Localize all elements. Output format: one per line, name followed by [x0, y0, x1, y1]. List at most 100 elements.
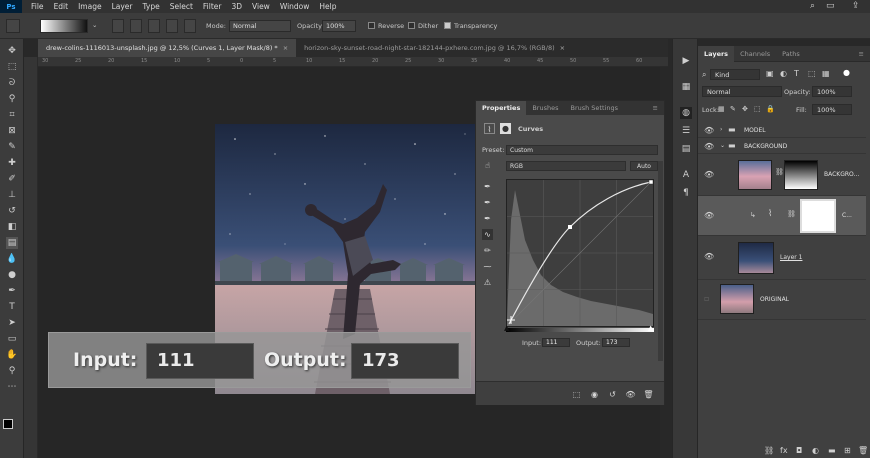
close-icon[interactable]: ×: [283, 44, 288, 52]
pencil-icon[interactable]: ✏: [482, 245, 493, 256]
lock-artboard-icon[interactable]: ⬚: [754, 105, 761, 113]
rectangle-tool-icon[interactable]: ▭: [6, 333, 18, 345]
opacity-field[interactable]: 100%: [322, 20, 356, 32]
panel-menu-icon[interactable]: ≡: [647, 101, 664, 115]
pixel-filter-icon[interactable]: ▣: [766, 69, 774, 78]
mask-icon[interactable]: ●: [500, 123, 511, 134]
preset-select[interactable]: Custom: [506, 145, 658, 155]
menu-3d[interactable]: 3D: [226, 2, 247, 11]
stamp-tool-icon[interactable]: ⊥: [6, 189, 18, 201]
reset-icon[interactable]: ↺: [607, 389, 618, 400]
filter-kind-select[interactable]: Kind: [710, 69, 760, 80]
shape-filter-icon[interactable]: ⬚: [808, 69, 816, 78]
filter-toggle-icon[interactable]: ●: [843, 68, 850, 77]
lock-image-icon[interactable]: ✎: [730, 105, 736, 113]
adjustments-icon[interactable]: ◍: [680, 107, 692, 119]
tab-document-2[interactable]: horizon-sky-sunset-road-night-star-18214…: [296, 39, 573, 57]
new-layer-icon[interactable]: ⊞: [844, 446, 851, 455]
link-icon[interactable]: ⛓: [787, 210, 796, 218]
move-tool-icon[interactable]: ✥: [6, 45, 18, 57]
gradient-preview[interactable]: [40, 19, 88, 33]
reflected-gradient-icon[interactable]: [166, 19, 178, 33]
new-group-icon[interactable]: ▬: [828, 446, 836, 455]
white-point-slider[interactable]: ▲: [648, 324, 653, 332]
blend-mode-select[interactable]: Normal: [702, 86, 782, 97]
layer-mask-thumbnail[interactable]: [784, 160, 818, 190]
radial-gradient-icon[interactable]: [130, 19, 142, 33]
menu-select[interactable]: Select: [165, 2, 198, 11]
delete-layer-icon[interactable]: 🗑: [858, 446, 868, 455]
play-icon[interactable]: ▶: [680, 55, 692, 67]
type-tool-icon[interactable]: T: [6, 301, 18, 313]
lock-pixels-icon[interactable]: ▦: [718, 105, 725, 113]
tab-channels[interactable]: Channels: [734, 46, 776, 62]
character-icon[interactable]: A: [680, 169, 692, 181]
fill-field[interactable]: 100%: [812, 104, 852, 115]
frame-tool-icon[interactable]: ⊠: [6, 125, 18, 137]
layer-style-icon[interactable]: fx: [780, 446, 788, 455]
eye-icon[interactable]: 👁: [704, 211, 714, 220]
brush-tool-icon[interactable]: ✐: [6, 173, 18, 185]
eye-icon[interactable]: 👁: [704, 252, 714, 261]
clip-to-layer-icon[interactable]: ⬚: [571, 389, 582, 400]
menu-type[interactable]: Type: [138, 2, 165, 11]
quick-select-tool-icon[interactable]: ⚲: [6, 93, 18, 105]
link-icon[interactable]: ⛓: [775, 168, 784, 176]
path-select-tool-icon[interactable]: ➤: [6, 317, 18, 329]
gradient-tool-icon[interactable]: ▤: [6, 237, 18, 249]
visibility-icon[interactable]: 👁: [625, 389, 636, 400]
tab-paths[interactable]: Paths: [776, 46, 806, 62]
linear-gradient-icon[interactable]: [112, 19, 124, 33]
lasso-tool-icon[interactable]: ᘐ: [6, 77, 18, 89]
foreground-color-swatch[interactable]: [3, 419, 13, 429]
output-field[interactable]: 173: [602, 338, 630, 347]
sample-black-icon[interactable]: ✒: [482, 181, 493, 192]
more-tools-icon[interactable]: ⋯: [6, 381, 18, 393]
history-brush-tool-icon[interactable]: ↺: [6, 205, 18, 217]
tab-properties[interactable]: Properties: [476, 101, 527, 115]
chevron-right-icon[interactable]: ›: [720, 126, 722, 133]
smooth-icon[interactable]: ⁓: [482, 261, 493, 272]
blur-tool-icon[interactable]: 💧: [6, 253, 18, 265]
view-previous-icon[interactable]: ◉: [589, 389, 600, 400]
channel-select[interactable]: RGB: [506, 161, 626, 171]
dither-checkbox[interactable]: [408, 22, 415, 29]
eyedropper-tool-icon[interactable]: ✎: [6, 141, 18, 153]
lock-position-icon[interactable]: ✥: [742, 105, 748, 113]
eye-icon[interactable]: 👁: [704, 126, 714, 135]
diamond-gradient-icon[interactable]: [184, 19, 196, 33]
panel-menu-icon[interactable]: ≡: [853, 46, 870, 62]
menu-image[interactable]: Image: [73, 2, 107, 11]
clipping-warning-icon[interactable]: ⚠: [482, 277, 493, 288]
menu-file[interactable]: File: [26, 2, 49, 11]
layer-group-background[interactable]: 👁 ⌄ ▬ BACKGROUND: [698, 138, 866, 154]
delete-icon[interactable]: 🗑: [643, 389, 654, 400]
crop-tool-icon[interactable]: ⌗: [6, 109, 18, 121]
add-mask-icon[interactable]: ◘: [796, 446, 802, 455]
chevron-down-icon[interactable]: ⌄: [720, 142, 725, 149]
tab-brush-settings[interactable]: Brush Settings: [564, 101, 623, 115]
layer-row-curves[interactable]: 👁 ↳ ⌇ ⛓ C...: [698, 196, 866, 236]
target-adjust-icon[interactable]: ☝: [482, 160, 493, 171]
eye-icon[interactable]: 👁: [704, 142, 714, 151]
layer-group-model[interactable]: 👁 › ▬ MODEL: [698, 122, 866, 138]
eraser-tool-icon[interactable]: ◧: [6, 221, 18, 233]
menu-view[interactable]: View: [247, 2, 275, 11]
input-field[interactable]: 111: [542, 338, 570, 347]
paragraph-icon[interactable]: ¶: [680, 187, 692, 199]
adjustment-filter-icon[interactable]: ◐: [780, 69, 787, 78]
eye-icon[interactable]: 👁: [704, 170, 714, 179]
dodge-tool-icon[interactable]: ●: [6, 269, 18, 281]
zoom-tool-icon[interactable]: ⚲: [6, 365, 18, 377]
layer-row-layer-1[interactable]: 👁 Layer 1: [698, 236, 866, 280]
type-filter-icon[interactable]: T: [794, 69, 799, 78]
smart-object-filter-icon[interactable]: ▦: [822, 69, 830, 78]
curve-edit-icon[interactable]: ∿: [482, 229, 493, 240]
sample-gray-icon[interactable]: ✒: [482, 197, 493, 208]
gradient-tool-icon[interactable]: [6, 19, 20, 33]
sample-white-icon[interactable]: ✒: [482, 213, 493, 224]
opacity-field[interactable]: 100%: [812, 86, 852, 97]
panel-scrollbar[interactable]: [658, 161, 663, 361]
transparency-checkbox[interactable]: [444, 22, 451, 29]
layer-mask-thumbnail[interactable]: [800, 199, 836, 233]
